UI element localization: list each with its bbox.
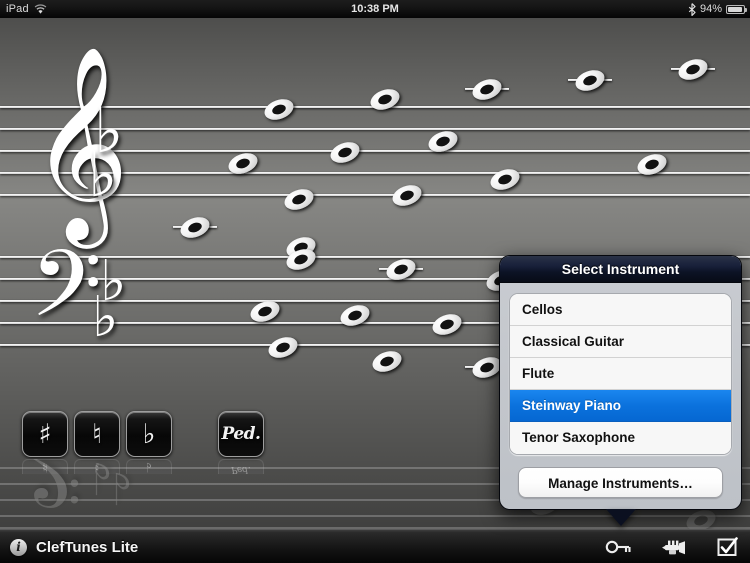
- popover-content: Cellos Classical Guitar Flute Steinway P…: [500, 283, 741, 498]
- whole-note[interactable]: [261, 95, 297, 124]
- battery-percent-label: 94%: [699, 3, 722, 15]
- whole-note[interactable]: [367, 85, 403, 114]
- battery-icon: [726, 4, 747, 14]
- instrument-item-cellos[interactable]: Cellos: [510, 294, 731, 326]
- popover-title: Select Instrument: [500, 256, 741, 283]
- bass-clef-reflection: 𝄢: [26, 459, 82, 522]
- popover-body: Select Instrument Cellos Classical Guita…: [499, 255, 742, 510]
- whole-note[interactable]: [425, 127, 461, 156]
- whole-note[interactable]: [337, 301, 373, 330]
- whole-note[interactable]: [465, 75, 509, 104]
- instrument-item-tenor-saxophone[interactable]: Tenor Saxophone: [510, 422, 731, 454]
- popover-arrow: [605, 509, 636, 526]
- treble-key-flat-2: ♭: [88, 138, 118, 211]
- whole-note[interactable]: [173, 213, 217, 242]
- quiz-checklist-icon[interactable]: [712, 534, 742, 560]
- bottom-toolbar: i ClefTunes Lite: [0, 529, 750, 563]
- whole-note[interactable]: [429, 310, 465, 339]
- whole-note[interactable]: [671, 55, 715, 84]
- bass-key-flat-reflection-2: ♭: [112, 462, 133, 513]
- whole-note[interactable]: [327, 138, 363, 167]
- whole-note[interactable]: [634, 150, 670, 179]
- whole-note[interactable]: [487, 165, 523, 194]
- key-signature-icon[interactable]: [604, 534, 634, 560]
- ipad-screen: iPad 10:38 PM 94% 𝄞 𝄢 ♭ ♭ ♭ ♭ ♯ ♮ ♭ Ped.…: [0, 0, 750, 563]
- status-bar-right: 94%: [688, 0, 747, 18]
- status-bar-clock: 10:38 PM: [351, 3, 399, 15]
- whole-note[interactable]: [379, 255, 423, 284]
- whole-note[interactable]: [465, 353, 509, 382]
- instrument-list: Cellos Classical Guitar Flute Steinway P…: [509, 293, 732, 455]
- toolbar-left: i ClefTunes Lite: [10, 530, 138, 563]
- bass-key-flat-2: ♭: [92, 285, 119, 350]
- bass-key-flat-reflection-1: ♭: [92, 459, 113, 503]
- whole-note[interactable]: [369, 347, 405, 376]
- instrument-item-flute[interactable]: Flute: [510, 358, 731, 390]
- bluetooth-icon: [688, 2, 696, 16]
- whole-note[interactable]: [283, 245, 319, 274]
- whole-note[interactable]: [568, 66, 612, 95]
- whole-note[interactable]: [281, 185, 317, 214]
- app-title: ClefTunes Lite: [36, 538, 139, 556]
- status-bar: iPad 10:38 PM 94%: [0, 0, 750, 18]
- instrument-item-steinway-piano[interactable]: Steinway Piano: [510, 390, 731, 422]
- instrument-trumpet-icon[interactable]: [658, 534, 688, 560]
- whole-note-reflection: [683, 506, 719, 529]
- whole-note[interactable]: [389, 181, 425, 210]
- toolbar-right: [604, 530, 742, 563]
- sharp-button[interactable]: ♯: [22, 411, 68, 457]
- manage-instruments-button[interactable]: Manage Instruments…: [518, 467, 723, 498]
- pedal-button[interactable]: Ped.: [218, 411, 264, 457]
- whole-note[interactable]: [265, 333, 301, 362]
- flat-button[interactable]: ♭: [126, 411, 172, 457]
- info-icon[interactable]: i: [10, 538, 27, 556]
- instrument-item-classical-guitar[interactable]: Classical Guitar: [510, 326, 731, 358]
- natural-button[interactable]: ♮: [74, 411, 120, 457]
- select-instrument-popover: Select Instrument Cellos Classical Guita…: [499, 255, 742, 526]
- whole-note[interactable]: [225, 149, 261, 178]
- whole-note[interactable]: [247, 297, 283, 326]
